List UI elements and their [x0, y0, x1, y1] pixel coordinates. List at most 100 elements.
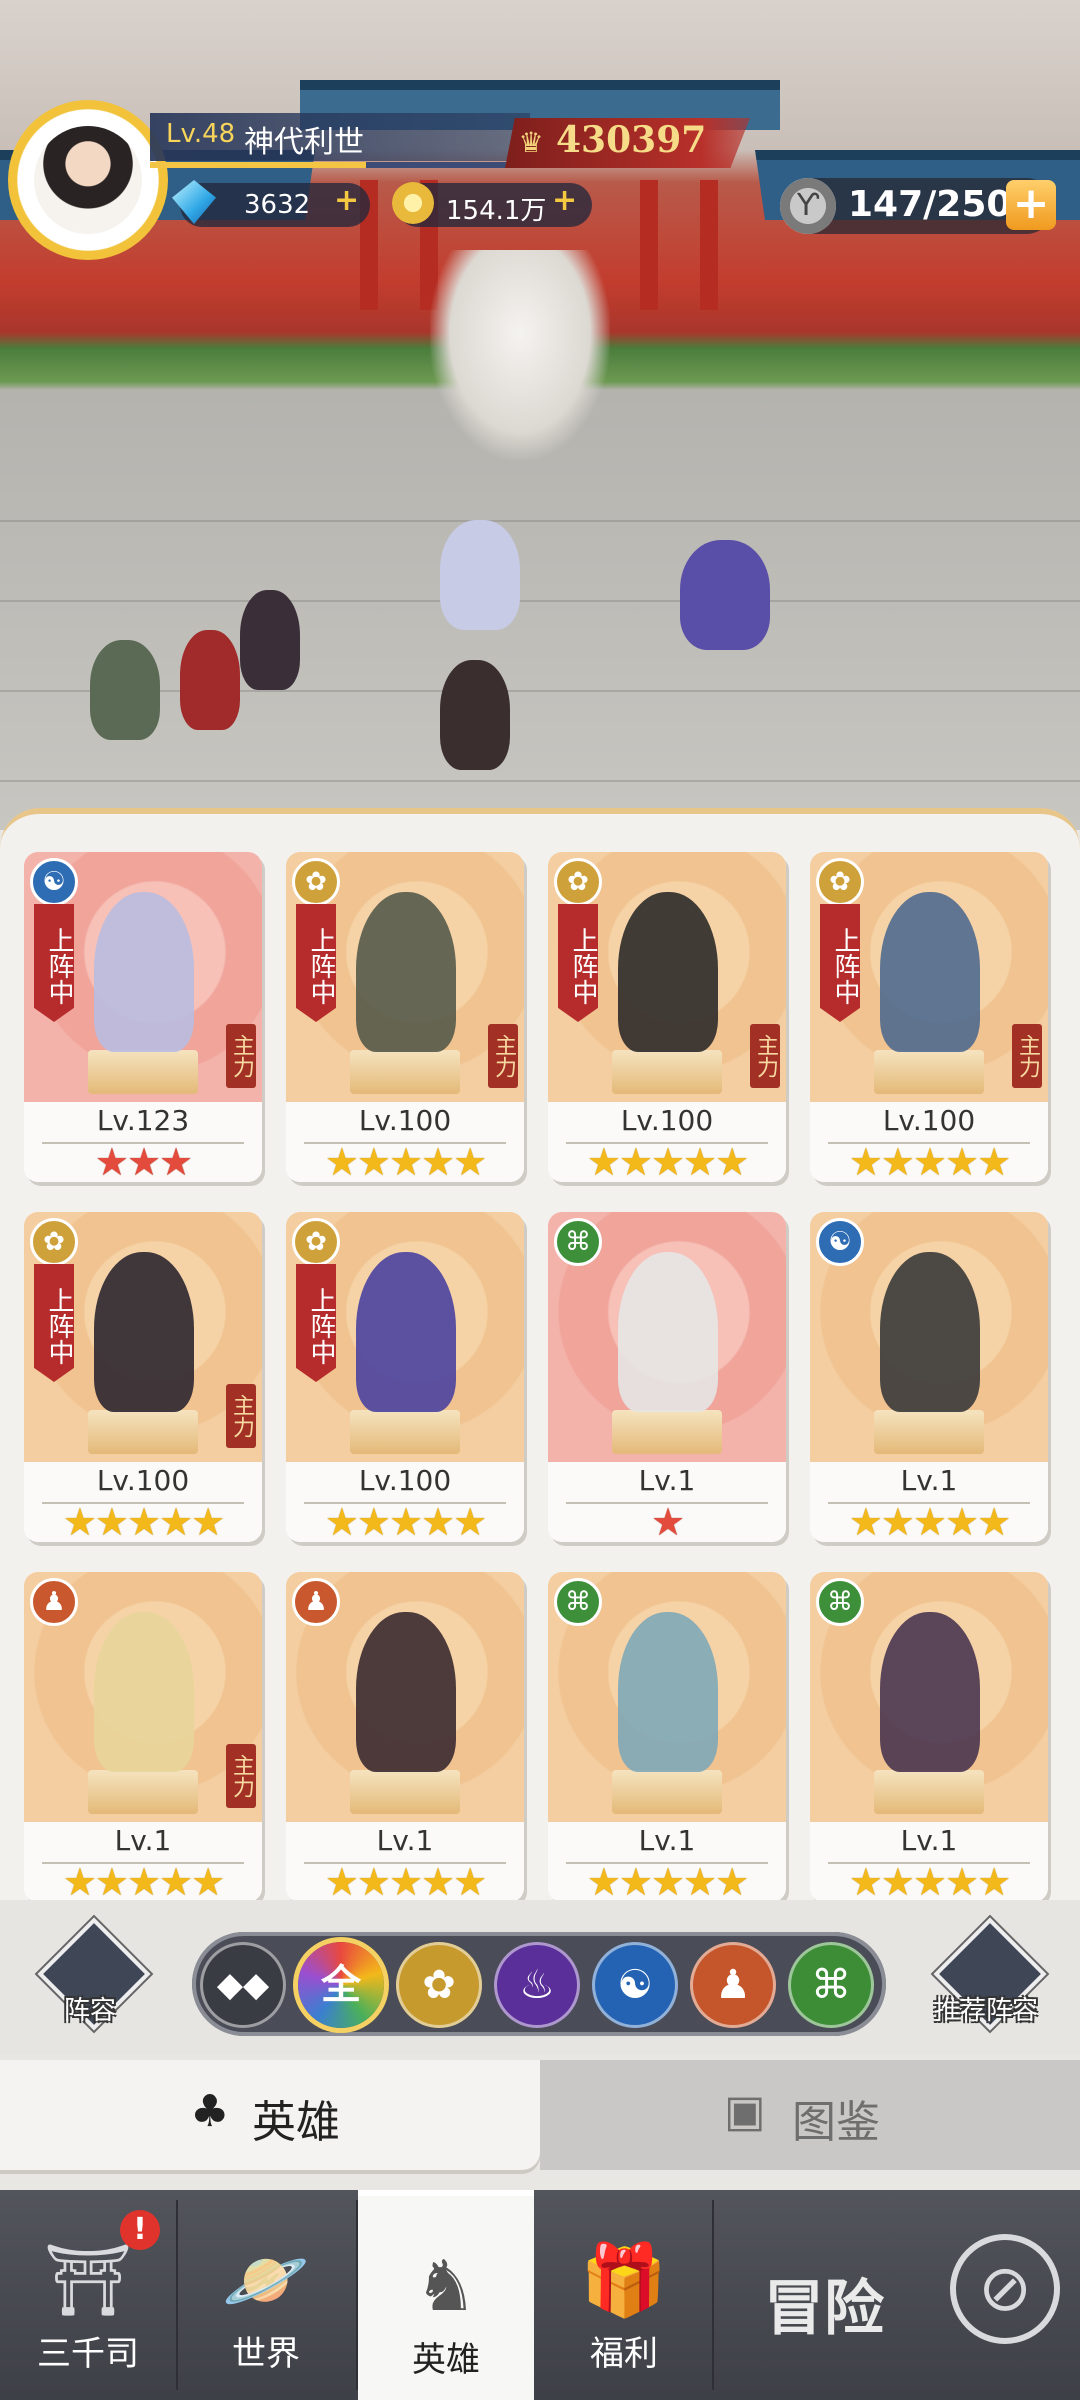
- filter-all-label: 全: [321, 1962, 361, 2008]
- faction-filter-blue[interactable]: ☯: [592, 1942, 678, 2028]
- hero-star-rating: ★★★★★: [324, 1860, 487, 1902]
- faction-filter-default[interactable]: ◆◆: [200, 1942, 286, 2028]
- hero-level: Lv.100: [882, 1104, 976, 1137]
- nav-welfare[interactable]: 🎁 福利: [536, 2190, 712, 2400]
- meditation-icon: ♟: [30, 1578, 78, 1626]
- stamina-value: 147/250: [848, 184, 1012, 225]
- hero-star-rating: ★★★★★: [848, 1860, 1011, 1902]
- faction-filter-green[interactable]: ⌘: [788, 1942, 874, 2028]
- lineup-label: 阵容: [63, 1996, 116, 2026]
- compass-icon: ⊘: [950, 2234, 1060, 2344]
- add-gems-button[interactable]: +: [334, 183, 359, 218]
- hero-card[interactable]: ✿ 上阵中 主力 Lv.100 ★★★★★: [24, 1212, 262, 1542]
- hero-pedestal: [88, 1050, 198, 1094]
- combat-power-value: 430397: [556, 119, 707, 161]
- hero-card[interactable]: ☯ Lv.1 ★★★★★: [810, 1212, 1048, 1542]
- nav-welfare-label: 福利: [590, 2334, 658, 2374]
- hero-level: Lv.100: [620, 1104, 714, 1137]
- faction-filter-orange[interactable]: ♟: [690, 1942, 776, 2028]
- nav-world[interactable]: 🪐 世界: [178, 2190, 354, 2400]
- hero-level: Lv.1: [638, 1464, 696, 1497]
- deployed-ribbon: 上阵中: [296, 904, 336, 1022]
- hero-sprite: [618, 1252, 718, 1412]
- battle-hero-sprite: [440, 520, 520, 630]
- main-force-tag: 主力: [226, 1384, 256, 1448]
- hero-sprite: [356, 892, 456, 1052]
- dna-icon: ⌘: [811, 1962, 851, 2008]
- flame-icon: ♨: [519, 1962, 555, 2008]
- hero-sprite: [94, 1612, 194, 1772]
- hero-sprite: [880, 892, 980, 1052]
- add-stamina-button[interactable]: +: [1006, 180, 1056, 230]
- lineup-button[interactable]: 阵容: [37, 1917, 151, 2031]
- hero-level: Lv.1: [900, 1824, 958, 1857]
- swirl-icon: ☯: [816, 1218, 864, 1266]
- tab-heroes-label: 英雄: [252, 2097, 340, 2148]
- hero-level: Lv.100: [358, 1104, 452, 1137]
- hero-card[interactable]: ☯ 上阵中 主力 Lv.123 ★★★: [24, 852, 262, 1182]
- hero-star-rating: ★★★: [94, 1140, 193, 1182]
- nav-heroes[interactable]: ♞ 英雄: [358, 2190, 534, 2400]
- hero-pedestal: [350, 1050, 460, 1094]
- nav-adventure[interactable]: 冒险 ⊘: [714, 2190, 1080, 2400]
- meditation-icon: ♟: [292, 1578, 340, 1626]
- dna-icon: ⌘: [816, 1578, 864, 1626]
- deployed-ribbon: 上阵中: [34, 904, 74, 1022]
- hero-card[interactable]: ⌘ Lv.1 ★★★★★: [548, 1572, 786, 1902]
- notification-badge: !: [120, 2210, 160, 2250]
- deployed-ribbon: 上阵中: [296, 1264, 336, 1382]
- lotus-icon: ✿: [816, 858, 864, 906]
- hero-star-rating: ★★★★★: [586, 1860, 749, 1902]
- hero-level: Lv.123: [96, 1104, 190, 1137]
- nav-world-label: 世界: [232, 2334, 300, 2374]
- hero-card[interactable]: ♟ 主力 Lv.1 ★★★★★: [24, 1572, 262, 1902]
- hero-pedestal: [874, 1050, 984, 1094]
- hero-card[interactable]: ✿ 上阵中 主力 Lv.100 ★★★★★: [810, 852, 1048, 1182]
- hero-sprite: [618, 1612, 718, 1772]
- hero-card[interactable]: ⌘ Lv.1 ★★★★★: [810, 1572, 1048, 1902]
- faction-filter-gold[interactable]: ✿: [396, 1942, 482, 2028]
- hero-pedestal: [88, 1770, 198, 1814]
- hero-card[interactable]: ♟ Lv.1 ★★★★★: [286, 1572, 524, 1902]
- hero-level: Lv.1: [900, 1464, 958, 1497]
- recommended-lineup-button[interactable]: 推荐阵容: [933, 1917, 1047, 2031]
- faction-filter-purple[interactable]: ♨: [494, 1942, 580, 2028]
- xp-bar: [150, 162, 510, 168]
- dna-icon: ⌘: [554, 1218, 602, 1266]
- stamina-icon: Ƴ: [780, 178, 836, 234]
- hero-pedestal: [88, 1410, 198, 1454]
- nav-sanqiansi[interactable]: ⛩ ! 三千司: [0, 2190, 176, 2400]
- deployed-ribbon: 上阵中: [34, 1264, 74, 1382]
- battle-hero-sprite: [90, 640, 160, 740]
- hero-sprite: [356, 1612, 456, 1772]
- faction-filter-all[interactable]: 全: [298, 1942, 384, 2028]
- deployed-ribbon: 上阵中: [820, 904, 860, 1022]
- add-coins-button[interactable]: +: [552, 183, 577, 218]
- hero-star-rating: ★★★★★: [324, 1140, 487, 1182]
- hero-star-rating: ★★★★★: [586, 1140, 749, 1182]
- hero-sprite: [618, 892, 718, 1052]
- gift-box-icon: 🎁: [580, 2239, 668, 2321]
- hero-level: Lv.1: [638, 1824, 696, 1857]
- player-avatar[interactable]: [34, 126, 142, 234]
- hero-card[interactable]: ✿ 上阵中 主力 Lv.100 ★★★★★: [286, 852, 524, 1182]
- hero-level: Lv.100: [96, 1464, 190, 1497]
- coin-value: 154.1万: [446, 196, 547, 226]
- hero-card[interactable]: ✿ 上阵中 Lv.100 ★★★★★: [286, 1212, 524, 1542]
- hero-card[interactable]: ✿ 上阵中 主力 Lv.100 ★★★★★: [548, 852, 786, 1182]
- dna-icon: ⌘: [554, 1578, 602, 1626]
- codex-icon: ▣: [724, 2086, 766, 2137]
- planet-icon: 🪐: [222, 2239, 310, 2321]
- diamonds-icon: ◆◆: [216, 1965, 270, 2005]
- main-force-tag: 主力: [488, 1024, 518, 1088]
- hero-pedestal: [612, 1410, 722, 1454]
- hero-star-rating: ★: [650, 1500, 685, 1542]
- hero-pedestal: [612, 1050, 722, 1094]
- lotus-icon: ✿: [292, 1218, 340, 1266]
- hero-pedestal: [874, 1770, 984, 1814]
- deployed-ribbon: 上阵中: [558, 904, 598, 1022]
- temple-icon: ⛩: [43, 2239, 133, 2321]
- tab-heroes-icon: ♣: [190, 2086, 230, 2137]
- hero-card[interactable]: ⌘ Lv.1 ★: [548, 1212, 786, 1542]
- hero-silhouette-icon: ♞: [414, 2245, 478, 2327]
